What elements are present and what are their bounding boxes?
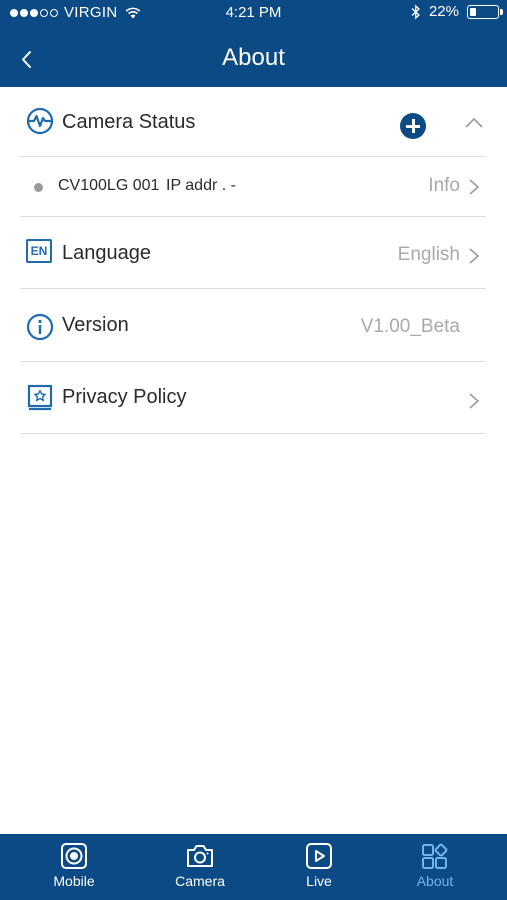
chevron-right-icon <box>469 248 480 264</box>
battery-icon <box>467 4 503 19</box>
privacy-policy-row[interactable]: Privacy Policy <box>20 362 486 434</box>
camera-info-link[interactable]: Info <box>428 175 460 197</box>
live-icon <box>306 843 332 869</box>
privacy-policy-label: Privacy Policy <box>62 386 187 408</box>
camera-list-item[interactable]: CV100LG 001 IP addr . - Info <box>20 157 486 217</box>
chevron-right-icon <box>469 393 480 409</box>
about-icon <box>422 843 448 869</box>
chevron-right-icon <box>469 179 480 195</box>
language-value: English <box>397 244 460 265</box>
camera-status-header[interactable]: Camera Status <box>20 87 486 157</box>
nav-bar: About <box>0 32 507 87</box>
battery-tip <box>500 8 503 15</box>
version-row: Version V1.00_Beta <box>20 289 486 362</box>
bluetooth-icon <box>411 3 420 20</box>
page-title: About <box>222 44 285 71</box>
camera-status-dot <box>34 183 43 192</box>
add-camera-button[interactable] <box>400 113 426 139</box>
language-row[interactable]: EN Language English <box>20 217 486 289</box>
language-label: Language <box>62 242 151 264</box>
language-icon: EN <box>26 239 52 263</box>
mobile-icon <box>61 843 87 869</box>
header: VIRGIN 4:21 PM 22% About <box>0 0 507 87</box>
tab-live[interactable]: Live <box>269 834 369 900</box>
camera-icon <box>187 845 213 867</box>
tab-mobile-label: Mobile <box>53 873 95 889</box>
version-value: V1.00_Beta <box>360 316 460 337</box>
tab-bar: Mobile Camera Live About <box>0 834 507 900</box>
camera-ip: IP addr . - <box>166 177 236 194</box>
tab-about-label: About <box>416 873 454 889</box>
info-icon <box>26 313 54 341</box>
camera-status-icon <box>26 107 54 135</box>
tab-camera-label: Camera <box>175 873 225 889</box>
tab-about[interactable]: About <box>385 834 485 900</box>
tab-mobile[interactable]: Mobile <box>24 834 124 900</box>
tab-live-label: Live <box>306 873 332 889</box>
camera-status-label: Camera Status <box>62 111 196 133</box>
battery-percent: 22% <box>428 3 459 20</box>
battery-level <box>470 7 476 16</box>
tab-camera[interactable]: Camera <box>150 834 250 900</box>
status-bar-right: 22% <box>411 3 503 20</box>
status-bar: VIRGIN 4:21 PM 22% <box>0 0 507 26</box>
camera-name: CV100LG 001 <box>58 177 160 194</box>
version-label: Version <box>62 314 129 336</box>
privacy-policy-icon <box>27 384 53 411</box>
chevron-up-icon[interactable] <box>464 117 484 129</box>
